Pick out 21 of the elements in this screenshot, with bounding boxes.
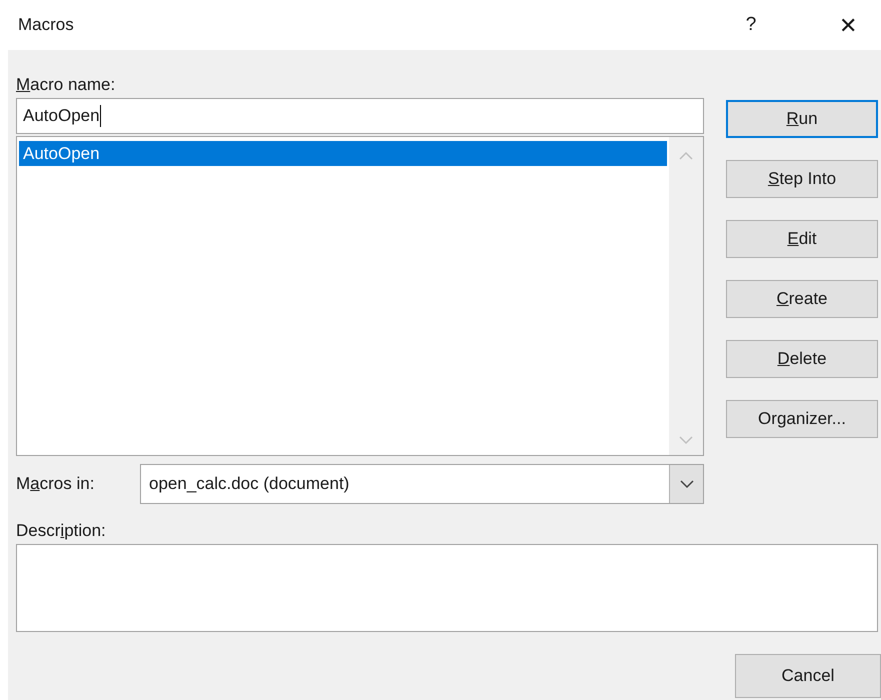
dialog-button[interactable]: Step Into (726, 160, 878, 198)
description-label: Description: (16, 520, 107, 542)
window-title: Macros (18, 14, 74, 36)
macro-list-item[interactable]: AutoOpen (19, 141, 667, 166)
close-button[interactable]: ✕ (825, 5, 871, 45)
scrollbar[interactable] (669, 137, 703, 455)
scroll-down-icon[interactable] (679, 435, 693, 445)
scroll-up-icon[interactable] (679, 151, 693, 161)
dialog-button[interactable]: Edit (726, 220, 878, 258)
cancel-button[interactable]: Cancel (735, 654, 881, 698)
dialog-button[interactable]: Delete (726, 340, 878, 378)
macros-in-label: Macros in: (16, 473, 96, 496)
dialog-button[interactable]: Run (726, 100, 878, 138)
help-button[interactable]: ? (731, 5, 771, 45)
macro-list[interactable]: AutoOpen (16, 136, 704, 456)
dialog-button[interactable]: Organizer... (726, 400, 878, 438)
macros-in-dropdown[interactable]: open_calc.doc (document) (140, 464, 704, 504)
dialog-button[interactable]: Create (726, 280, 878, 318)
macro-name-field[interactable]: AutoOpen (16, 98, 704, 134)
chevron-down-icon (680, 480, 694, 488)
macro-name-label: Macro name: (16, 74, 116, 96)
